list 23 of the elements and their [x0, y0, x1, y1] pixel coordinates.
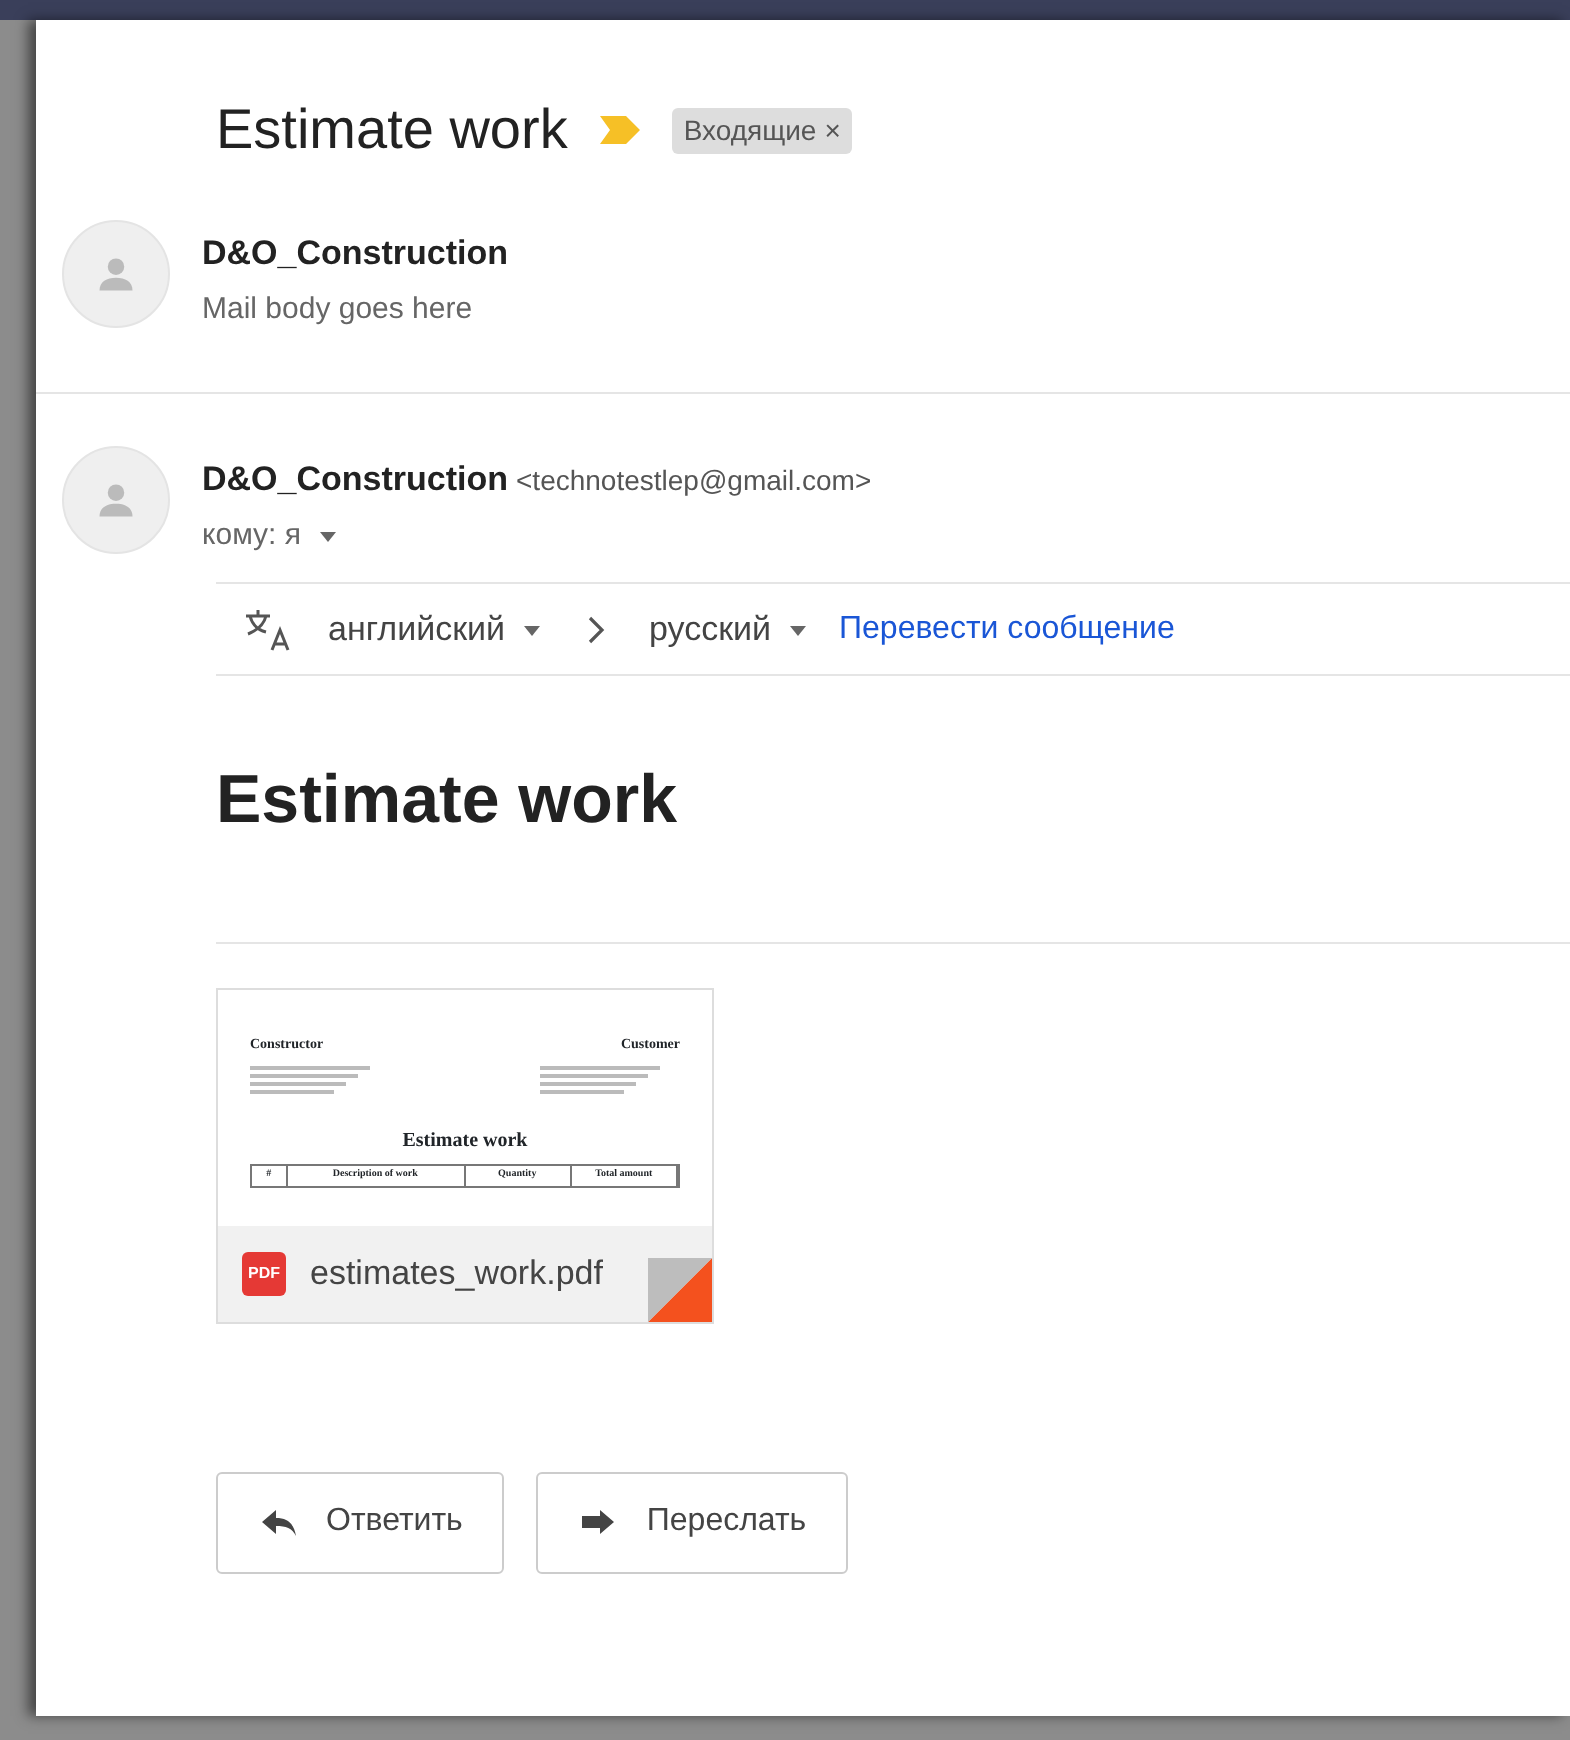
language-dropdown[interactable]: английский — [328, 603, 542, 655]
file-type-badge: PDF — [242, 1251, 286, 1296]
email-subject: Estimate work — [216, 96, 568, 164]
sender-email: <technotestlep@gmail.com> — [516, 462, 872, 500]
recipient-dropdown[interactable]: кому: я — [202, 513, 338, 558]
sender-name: D&O_Construction — [202, 232, 508, 276]
caret-icon — [317, 527, 338, 544]
chevron-right-icon — [585, 615, 606, 643]
remove-label-button[interactable]: × — [824, 109, 841, 151]
caret-icon — [787, 621, 808, 637]
reply-arrow-icon — [258, 1504, 298, 1541]
language-dropdown[interactable]: русский — [649, 603, 808, 655]
sender-name: D&O_Construction — [202, 458, 508, 502]
label-chip[interactable]: Входящие × — [671, 107, 853, 153]
message-heading: Estimate work — [216, 760, 680, 842]
reply-button[interactable]: Ответить — [216, 1471, 505, 1574]
document-title: Estimate work — [400, 1128, 530, 1157]
translate-link[interactable]: Перевести сообщение — [839, 605, 1175, 653]
forward-button[interactable]: Переслать — [536, 1471, 849, 1574]
avatar-icon — [62, 220, 170, 328]
message-snippet: Mail body goes here — [202, 289, 475, 329]
caret-icon — [521, 621, 542, 637]
file-name: estimates_work.pdf — [310, 1252, 603, 1297]
